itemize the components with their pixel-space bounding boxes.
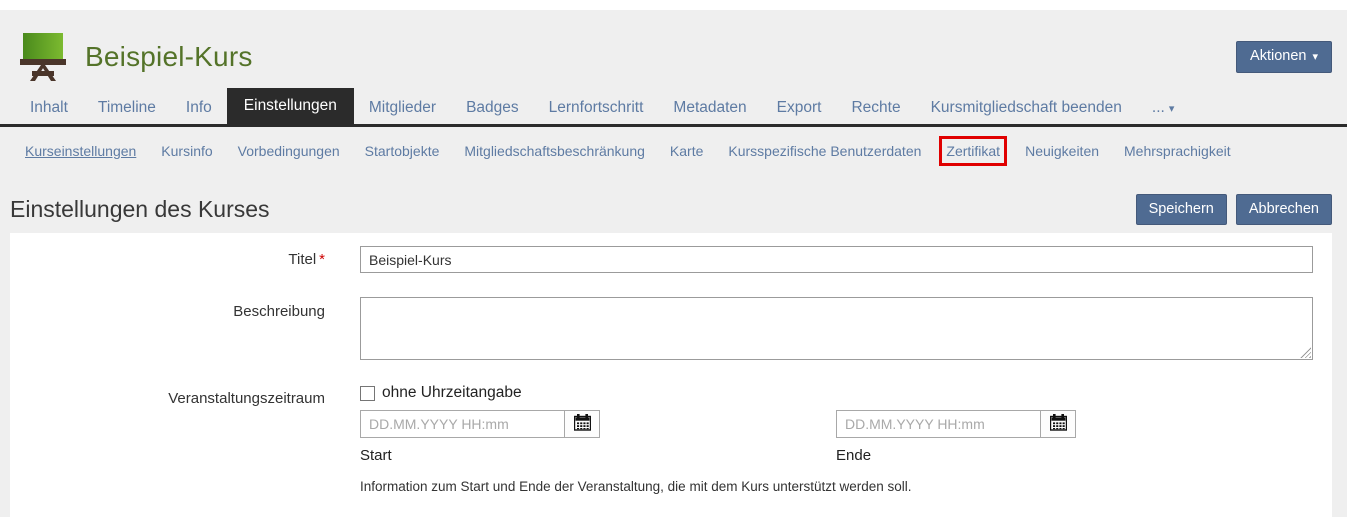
subtab-mitgliedschaftsbeschraenkung[interactable]: Mitgliedschaftsbeschränkung	[464, 143, 645, 159]
subtab-mehrsprachigkeit[interactable]: Mehrsprachigkeit	[1124, 143, 1231, 159]
tab-inhalt[interactable]: Inhalt	[15, 92, 83, 124]
subtab-startobjekte[interactable]: Startobjekte	[365, 143, 440, 159]
tab-timeline[interactable]: Timeline	[83, 92, 171, 124]
form-header-row: Einstellungen des Kurses Speichern Abbre…	[10, 194, 1332, 225]
title-input[interactable]	[360, 246, 1313, 273]
subtab-neuigkeiten[interactable]: Neuigkeiten	[1025, 143, 1099, 159]
description-textarea[interactable]	[360, 297, 1313, 360]
start-calendar-button[interactable]	[564, 410, 600, 438]
start-date-column: Start	[360, 410, 836, 464]
no-time-checkbox-label: ohne Uhrzeitangabe	[382, 384, 522, 402]
description-label: Beschreibung	[10, 297, 360, 360]
tab-lernfortschritt[interactable]: Lernfortschritt	[534, 92, 659, 124]
settings-form-panel: Titel* Beschreibung Veranstaltungsze	[10, 233, 1332, 517]
main-tabbar: Inhalt Timeline Info Einstellungen Mitgl…	[0, 90, 1347, 127]
end-calendar-button[interactable]	[1040, 410, 1076, 438]
title-label: Titel*	[10, 251, 360, 268]
tab-export[interactable]: Export	[762, 92, 837, 124]
start-date-input[interactable]	[360, 410, 564, 438]
no-time-checkbox[interactable]	[360, 386, 375, 401]
tab-more[interactable]: ...▾	[1137, 92, 1189, 124]
subtab-zertifikat[interactable]: Zertifikat	[946, 143, 1000, 159]
period-info-text: Information zum Start und Ende der Veran…	[360, 479, 1313, 494]
course-settings-page: Beispiel-Kurs Aktionen▾ Inhalt Timeline …	[0, 0, 1347, 517]
title-field-row: Titel*	[10, 246, 1332, 273]
cancel-button[interactable]: Abbrechen	[1236, 194, 1332, 225]
tab-info[interactable]: Info	[171, 92, 227, 124]
save-button[interactable]: Speichern	[1136, 194, 1227, 225]
calendar-icon	[1050, 414, 1067, 434]
subtab-kursspezifische-benutzerdaten[interactable]: Kursspezifische Benutzerdaten	[728, 143, 921, 159]
caret-down-icon: ▾	[1312, 51, 1318, 63]
top-strip	[0, 0, 1347, 10]
tab-kursmitgliedschaft-beenden[interactable]: Kursmitgliedschaft beenden	[916, 92, 1137, 124]
page-body: Beispiel-Kurs Aktionen▾ Inhalt Timeline …	[0, 10, 1347, 517]
end-date-column: Ende	[836, 410, 1312, 464]
settings-subtabbar: Kurseinstellungen Kursinfo Vorbedingunge…	[0, 127, 1347, 165]
tab-rechte[interactable]: Rechte	[836, 92, 915, 124]
start-label: Start	[360, 447, 836, 464]
required-asterisk: *	[319, 251, 325, 268]
period-label: Veranstaltungszeitraum	[10, 384, 360, 494]
period-field-row: Veranstaltungszeitraum ohne Uhrzeitangab…	[10, 384, 1332, 494]
calendar-icon	[574, 414, 591, 434]
no-time-checkbox-row: ohne Uhrzeitangabe	[360, 384, 1313, 402]
caret-down-icon: ▾	[1169, 103, 1175, 115]
subtab-vorbedingungen[interactable]: Vorbedingungen	[238, 143, 340, 159]
tab-badges[interactable]: Badges	[451, 92, 534, 124]
period-date-columns: Start	[360, 410, 1313, 464]
subtab-kursinfo[interactable]: Kursinfo	[161, 143, 212, 159]
tab-einstellungen[interactable]: Einstellungen	[227, 88, 354, 124]
tab-mitglieder[interactable]: Mitglieder	[354, 92, 451, 124]
description-field-row: Beschreibung	[10, 297, 1332, 360]
tab-metadaten[interactable]: Metadaten	[658, 92, 761, 124]
page-title: Beispiel-Kurs	[85, 41, 253, 73]
subtab-karte[interactable]: Karte	[670, 143, 703, 159]
form-heading: Einstellungen des Kurses	[10, 196, 270, 223]
course-header: Beispiel-Kurs Aktionen▾	[0, 10, 1347, 90]
course-icon	[20, 33, 66, 81]
subtab-kurseinstellungen[interactable]: Kurseinstellungen	[25, 143, 136, 159]
end-label: Ende	[836, 447, 1312, 464]
end-date-input[interactable]	[836, 410, 1040, 438]
actions-button[interactable]: Aktionen▾	[1236, 41, 1332, 73]
